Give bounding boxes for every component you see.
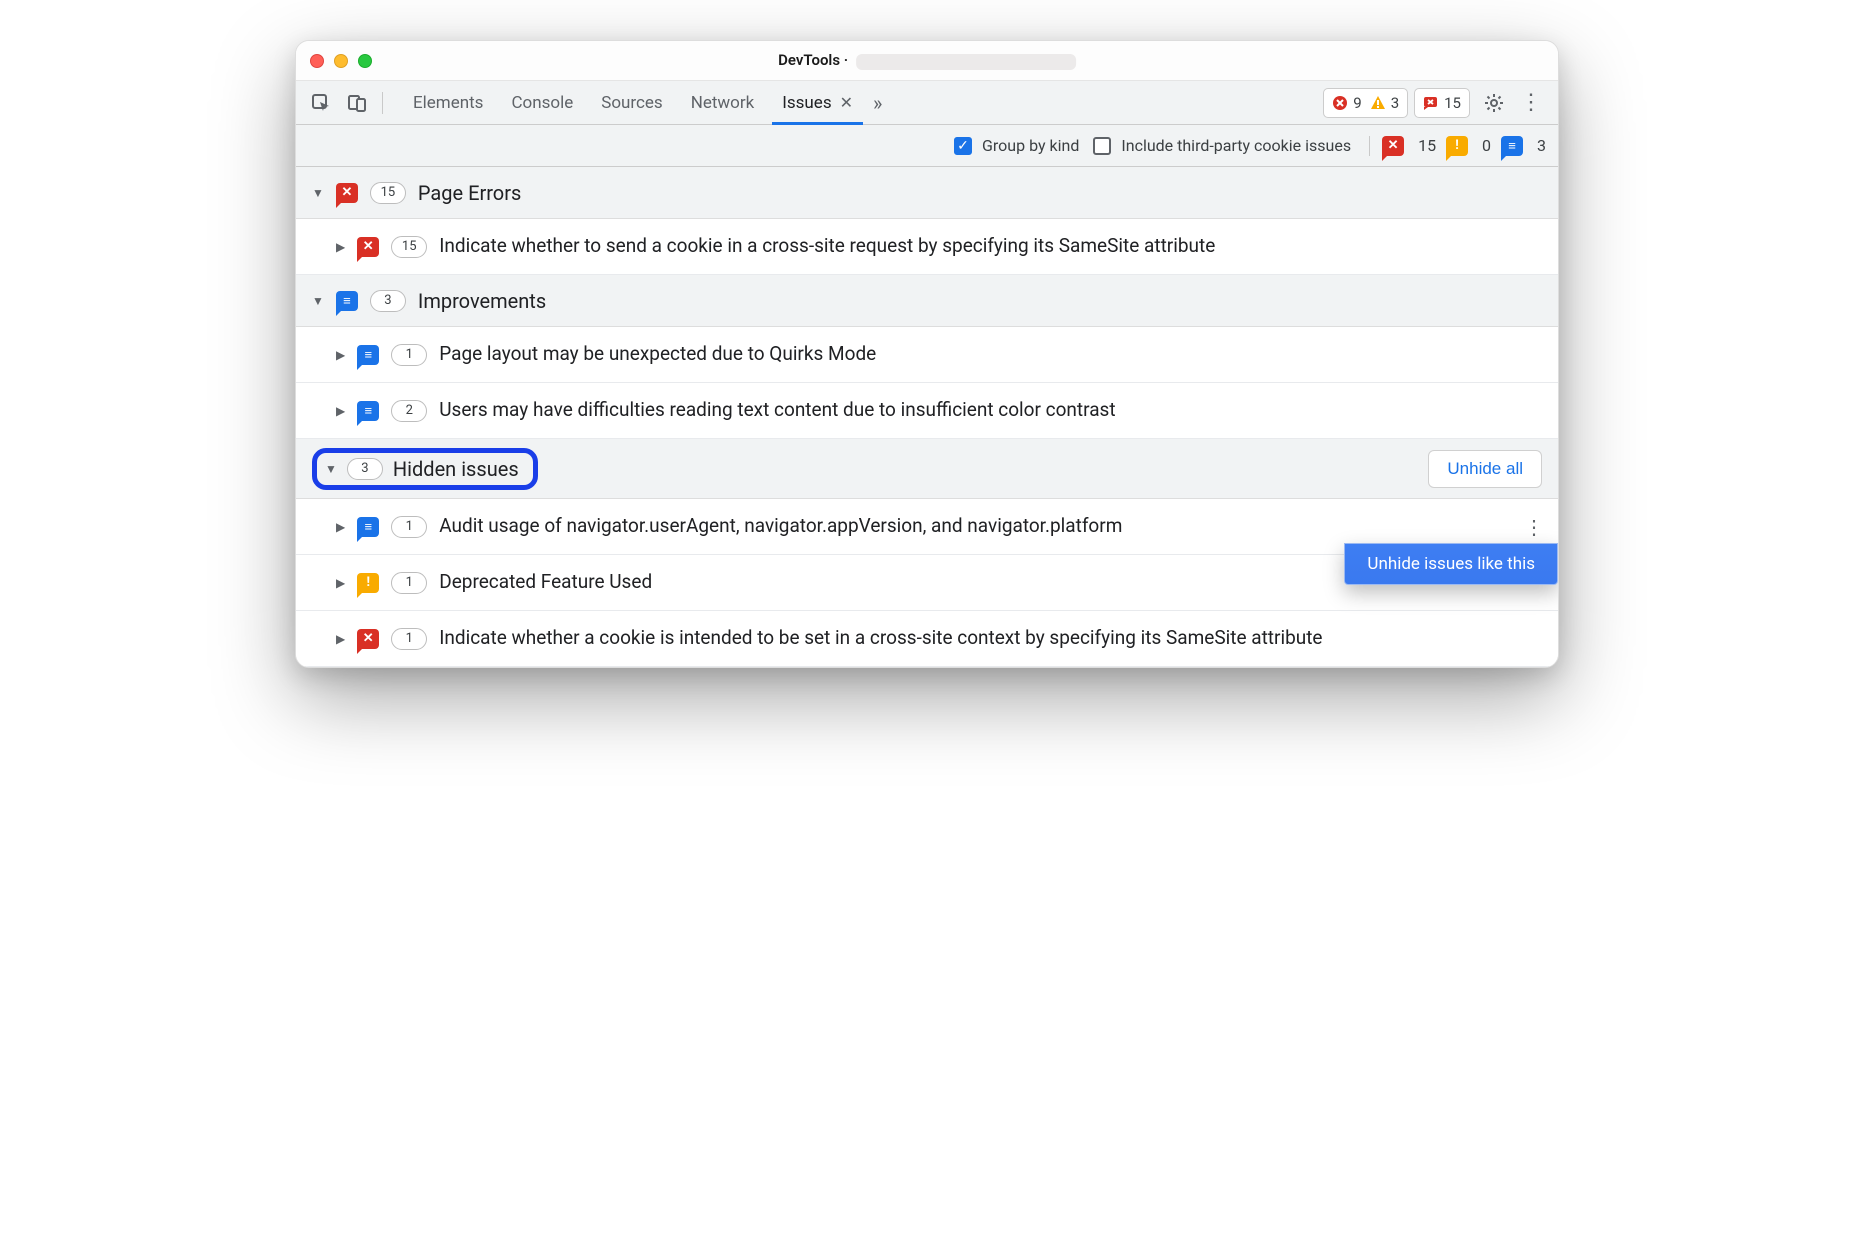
devtools-toolbar: Elements Console Sources Network Issues …	[296, 81, 1558, 125]
chevron-right-icon: ▶	[336, 348, 345, 362]
settings-icon[interactable]	[1484, 93, 1504, 113]
chevron-right-icon: ▶	[336, 576, 345, 590]
tab-sources[interactable]: Sources	[587, 81, 676, 125]
group-count: 3	[370, 290, 406, 312]
inspect-element-icon[interactable]	[306, 88, 336, 118]
group-by-kind-label: Group by kind	[982, 136, 1079, 155]
warning-bubble-icon: !	[357, 573, 379, 593]
issue-row-menu-icon[interactable]: ⋮	[1524, 515, 1544, 539]
group-by-kind-checkbox[interactable]: ✓	[954, 137, 972, 155]
issue-count: 15	[391, 236, 427, 258]
maximize-window-button[interactable]	[358, 54, 372, 68]
issue-count: 1	[391, 572, 427, 594]
hidden-issues-highlight: ▼ 3 Hidden issues	[312, 448, 538, 490]
group-count: 15	[370, 182, 406, 204]
close-tab-icon[interactable]: ✕	[840, 93, 853, 112]
info-bubble-icon: ≡	[1501, 136, 1523, 156]
chevron-right-icon: ▶	[336, 520, 345, 534]
group-title: Page Errors	[418, 181, 521, 205]
issue-count: 1	[391, 344, 427, 366]
issues-count: 15	[1444, 94, 1461, 112]
chevron-down-icon: ▼	[312, 186, 324, 200]
window-title-url-placeholder	[856, 54, 1076, 70]
issue-row[interactable]: ▶ ≡ 2 Users may have difficulties readin…	[296, 383, 1558, 439]
tab-console[interactable]: Console	[497, 81, 587, 125]
issue-count: 2	[391, 400, 427, 422]
issues-badge[interactable]: 15	[1414, 88, 1470, 118]
issue-row[interactable]: ▶ ≡ 1 Audit usage of navigator.userAgent…	[296, 499, 1558, 555]
chevron-down-icon: ▼	[312, 294, 324, 308]
tab-elements[interactable]: Elements	[399, 81, 497, 125]
chevron-right-icon: ▶	[336, 632, 345, 646]
info-bubble-icon: ≡	[336, 291, 358, 311]
issue-count: 1	[391, 516, 427, 538]
device-toolbar-icon[interactable]	[342, 88, 372, 118]
devtools-tabs: Elements Console Sources Network Issues …	[399, 81, 888, 125]
issue-text: Users may have difficulties reading text…	[439, 397, 1542, 424]
issues-summary-counts: ✕ 15 ! 0 ≡ 3	[1369, 136, 1546, 156]
window-titlebar: DevTools ·	[296, 41, 1558, 81]
chevron-right-icon: ▶	[336, 240, 345, 254]
group-improvements-header[interactable]: ▼ ≡ 3 Improvements	[296, 275, 1558, 327]
issue-row[interactable]: ▶ ≡ 1 Page layout may be unexpected due …	[296, 327, 1558, 383]
third-party-cookies-checkbox[interactable]	[1093, 137, 1111, 155]
more-tabs-icon[interactable]: »	[867, 91, 888, 115]
window-title-text: DevTools ·	[778, 51, 848, 69]
context-menu-item[interactable]: Unhide issues like this	[1367, 554, 1535, 574]
issue-text: Indicate whether to send a cookie in a c…	[439, 233, 1542, 260]
issue-row[interactable]: ▶ ✕ 1 Indicate whether a cookie is inten…	[296, 611, 1558, 667]
error-count: 9	[1353, 94, 1361, 112]
tab-network[interactable]: Network	[677, 81, 769, 125]
issue-text: Audit usage of navigator.userAgent, navi…	[439, 513, 1542, 540]
error-icon	[1332, 95, 1348, 111]
unhide-all-button[interactable]: Unhide all	[1428, 450, 1542, 488]
error-bubble-icon: ✕	[357, 629, 379, 649]
chevron-right-icon: ▶	[336, 404, 345, 418]
window-controls	[310, 54, 372, 68]
chevron-down-icon: ▼	[325, 462, 337, 476]
error-bubble-icon: ✕	[1382, 136, 1404, 156]
third-party-cookies-label: Include third-party cookie issues	[1121, 136, 1351, 155]
warning-icon	[1370, 95, 1386, 111]
close-window-button[interactable]	[310, 54, 324, 68]
error-bubble-icon: ✕	[336, 183, 358, 203]
group-page-errors-header[interactable]: ▼ ✕ 15 Page Errors	[296, 167, 1558, 219]
issue-count: 1	[391, 628, 427, 650]
warning-bubble-icon: !	[1446, 136, 1468, 156]
issue-text: Indicate whether a cookie is intended to…	[439, 625, 1542, 652]
console-errors-badge[interactable]: 9 3	[1323, 88, 1408, 118]
info-bubble-icon: ≡	[357, 517, 379, 537]
devtools-window: DevTools · Elements Console Sources Netw…	[295, 40, 1559, 668]
minimize-window-button[interactable]	[334, 54, 348, 68]
issues-filter-bar: ✓ Group by kind Include third-party cook…	[296, 125, 1558, 167]
info-bubble-icon: ≡	[357, 401, 379, 421]
third-party-cookies-toggle[interactable]: Include third-party cookie issues	[1093, 136, 1351, 155]
info-bubble-icon: ≡	[357, 345, 379, 365]
issues-content: ▼ ✕ 15 Page Errors ▶ ✕ 15 Indicate wheth…	[296, 167, 1558, 667]
group-count: 3	[347, 458, 383, 480]
group-title: Hidden issues	[393, 457, 519, 481]
issue-text: Page layout may be unexpected due to Qui…	[439, 341, 1542, 368]
window-title: DevTools ·	[778, 51, 1076, 69]
group-title: Improvements	[418, 289, 546, 313]
group-hidden-issues-header[interactable]: ▼ 3 Hidden issues Unhide all	[296, 439, 1558, 499]
issue-row[interactable]: ▶ ✕ 15 Indicate whether to send a cookie…	[296, 219, 1558, 275]
context-menu-unhide[interactable]: Unhide issues like this	[1344, 543, 1558, 585]
toolbar-divider	[382, 92, 383, 114]
issue-error-icon	[1423, 95, 1439, 111]
warning-count: 3	[1391, 94, 1399, 112]
tab-issues[interactable]: Issues ✕	[768, 81, 867, 125]
error-bubble-icon: ✕	[357, 237, 379, 257]
more-options-icon[interactable]: ⋮	[1514, 90, 1548, 115]
group-by-kind-toggle[interactable]: ✓ Group by kind	[954, 136, 1079, 155]
